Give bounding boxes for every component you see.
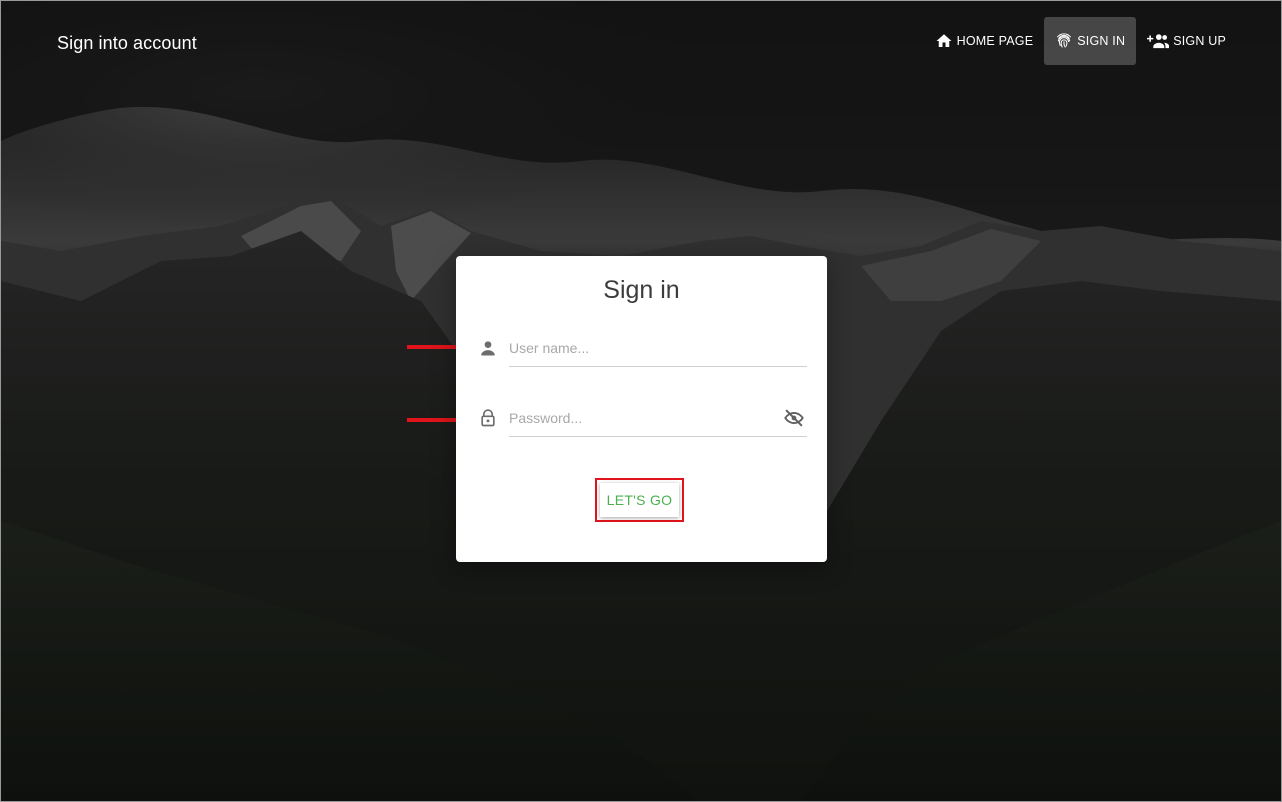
nav-sign-in-button[interactable]: SIGN IN xyxy=(1044,17,1137,65)
lock-icon xyxy=(481,409,495,427)
home-icon xyxy=(936,34,952,47)
nav-sign-up-label: SIGN UP xyxy=(1173,34,1226,48)
sign-in-card: Sign in LET'S GO xyxy=(456,256,827,562)
password-input[interactable] xyxy=(509,400,807,437)
lets-go-button[interactable]: LET'S GO xyxy=(600,483,679,517)
nav-sign-up-button[interactable]: SIGN UP xyxy=(1136,17,1237,65)
person-icon xyxy=(481,341,495,356)
page: Sign into account HOME PAGE SIGN IN SIGN… xyxy=(0,0,1282,802)
nav-home-page-label: HOME PAGE xyxy=(956,34,1034,48)
fingerprint-icon xyxy=(1057,33,1072,48)
visibility-off-icon[interactable] xyxy=(783,407,805,429)
username-field xyxy=(478,330,808,370)
nav-home-page-button[interactable]: HOME PAGE xyxy=(924,17,1045,65)
nav-sign-in-label: SIGN IN xyxy=(1077,34,1126,48)
password-field xyxy=(478,400,808,440)
submit-highlight-box: LET'S GO xyxy=(595,478,684,522)
top-app-bar: Sign into account HOME PAGE SIGN IN SIGN… xyxy=(1,1,1281,83)
username-input[interactable] xyxy=(509,330,807,367)
add-group-icon xyxy=(1147,34,1170,49)
sign-in-title: Sign in xyxy=(603,276,680,304)
app-title: Sign into account xyxy=(57,33,197,53)
top-nav: HOME PAGE SIGN IN SIGN UP xyxy=(924,17,1237,65)
